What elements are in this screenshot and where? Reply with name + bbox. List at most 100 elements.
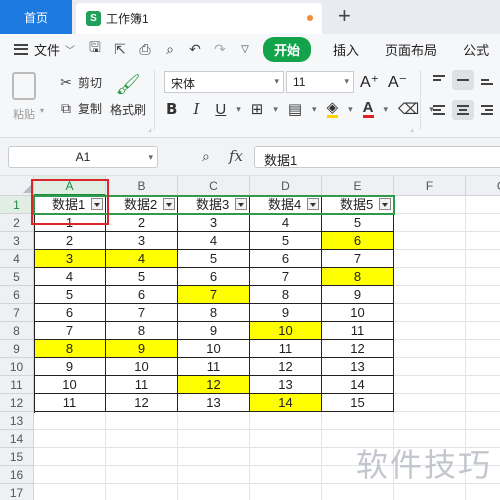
- row-header-16[interactable]: 16: [0, 466, 34, 484]
- cell[interactable]: [466, 412, 500, 430]
- cell[interactable]: [394, 268, 466, 286]
- save-icon[interactable]: 🖫: [87, 37, 103, 61]
- table-cell[interactable]: 10: [106, 358, 178, 376]
- row-header-14[interactable]: 14: [0, 430, 34, 448]
- table-cell[interactable]: 9: [250, 304, 322, 322]
- insert-function-button[interactable]: fx: [229, 147, 243, 165]
- menu-file[interactable]: 文件 ﹀: [34, 40, 75, 59]
- bold-button[interactable]: B: [166, 100, 177, 118]
- table-cell[interactable]: 9: [34, 358, 106, 376]
- table-cell[interactable]: 11: [322, 322, 394, 340]
- table-cell[interactable]: 5: [250, 232, 322, 250]
- cell[interactable]: [106, 466, 178, 484]
- table-cell[interactable]: 5: [178, 250, 250, 268]
- cell[interactable]: [394, 232, 466, 250]
- fill-color-caret-icon[interactable]: ▾: [348, 104, 353, 115]
- table-cell[interactable]: 6: [34, 304, 106, 322]
- column-header-a[interactable]: A: [34, 176, 106, 196]
- table-header-cell[interactable]: 数据2: [106, 196, 178, 214]
- row-header-9[interactable]: 9: [0, 340, 34, 358]
- shrink-font-button[interactable]: A⁻: [388, 72, 407, 92]
- new-tab-button[interactable]: +: [338, 4, 351, 28]
- cell[interactable]: [250, 448, 322, 466]
- cell[interactable]: [394, 376, 466, 394]
- name-box[interactable]: A1 ▾: [8, 146, 158, 168]
- align-right-button[interactable]: [476, 100, 498, 120]
- highlighted-cell[interactable]: 7: [178, 286, 250, 304]
- italic-button[interactable]: I: [193, 100, 199, 118]
- table-cell[interactable]: 7: [106, 304, 178, 322]
- highlighted-cell[interactable]: 10: [250, 322, 322, 340]
- cell[interactable]: [466, 340, 500, 358]
- table-cell[interactable]: 3: [178, 214, 250, 232]
- table-header-cell[interactable]: 数据1: [34, 196, 106, 214]
- hamburger-menu-icon[interactable]: [14, 43, 28, 55]
- cell[interactable]: [34, 466, 106, 484]
- cell-style-icon[interactable]: ▤: [288, 100, 302, 118]
- align-bottom-button[interactable]: [476, 70, 498, 90]
- highlighted-cell[interactable]: 12: [178, 376, 250, 394]
- table-cell[interactable]: 11: [178, 358, 250, 376]
- table-cell[interactable]: 11: [34, 394, 106, 412]
- cell[interactable]: [106, 412, 178, 430]
- format-painter-button[interactable]: 🖌 格式刷: [110, 72, 146, 118]
- cell[interactable]: [250, 484, 322, 500]
- table-cell[interactable]: 8: [178, 304, 250, 322]
- table-cell[interactable]: 10: [322, 304, 394, 322]
- print-preview-icon[interactable]: ⌕: [162, 41, 178, 58]
- table-cell[interactable]: 6: [178, 268, 250, 286]
- align-middle-button[interactable]: [452, 70, 474, 90]
- highlighted-cell[interactable]: 8: [322, 268, 394, 286]
- cell[interactable]: [466, 322, 500, 340]
- table-cell[interactable]: 4: [250, 214, 322, 232]
- table-cell[interactable]: 7: [250, 268, 322, 286]
- table-cell[interactable]: 6: [250, 250, 322, 268]
- zoom-search-icon[interactable]: ⌕: [202, 148, 210, 165]
- cell-style-caret-icon[interactable]: ▾: [312, 104, 317, 115]
- table-cell[interactable]: 12: [250, 358, 322, 376]
- align-left-button[interactable]: [428, 100, 450, 120]
- cell[interactable]: [34, 430, 106, 448]
- align-center-button[interactable]: [452, 100, 474, 120]
- table-cell[interactable]: 4: [34, 268, 106, 286]
- filter-dropdown-icon[interactable]: [235, 198, 247, 210]
- row-header-2[interactable]: 2: [0, 214, 34, 232]
- highlighted-cell[interactable]: 3: [34, 250, 106, 268]
- cell[interactable]: [322, 412, 394, 430]
- table-cell[interactable]: 9: [178, 322, 250, 340]
- underline-button[interactable]: U: [215, 101, 226, 118]
- row-header-11[interactable]: 11: [0, 376, 34, 394]
- cell[interactable]: [466, 286, 500, 304]
- cell[interactable]: [466, 268, 500, 286]
- table-cell[interactable]: 7: [34, 322, 106, 340]
- cell[interactable]: [322, 484, 394, 500]
- table-cell[interactable]: 8: [250, 286, 322, 304]
- row-header-13[interactable]: 13: [0, 412, 34, 430]
- undo-icon[interactable]: ↶: [187, 41, 203, 58]
- cell[interactable]: [466, 250, 500, 268]
- table-cell[interactable]: 2: [34, 232, 106, 250]
- column-header-d[interactable]: D: [250, 176, 322, 196]
- redo-icon[interactable]: ↷: [212, 41, 228, 58]
- tab-home[interactable]: 首页: [0, 0, 72, 34]
- paste-caret-icon[interactable]: ▾: [40, 106, 44, 115]
- highlighted-cell[interactable]: 14: [250, 394, 322, 412]
- filter-dropdown-icon[interactable]: [91, 198, 103, 210]
- table-cell[interactable]: 13: [178, 394, 250, 412]
- table-cell[interactable]: 2: [106, 214, 178, 232]
- grow-font-button[interactable]: A⁺: [360, 72, 379, 92]
- cell[interactable]: [466, 484, 500, 500]
- table-cell[interactable]: 13: [250, 376, 322, 394]
- filter-dropdown-icon[interactable]: [163, 198, 175, 210]
- cell[interactable]: [394, 412, 466, 430]
- cell[interactable]: [394, 394, 466, 412]
- table-cell[interactable]: 4: [178, 232, 250, 250]
- cell[interactable]: [178, 448, 250, 466]
- border-caret-icon[interactable]: ▾: [273, 104, 278, 115]
- table-cell[interactable]: 6: [106, 286, 178, 304]
- cell[interactable]: [178, 412, 250, 430]
- cell[interactable]: [250, 412, 322, 430]
- cell[interactable]: [466, 196, 500, 214]
- highlighted-cell[interactable]: 9: [106, 340, 178, 358]
- highlighted-cell[interactable]: 8: [34, 340, 106, 358]
